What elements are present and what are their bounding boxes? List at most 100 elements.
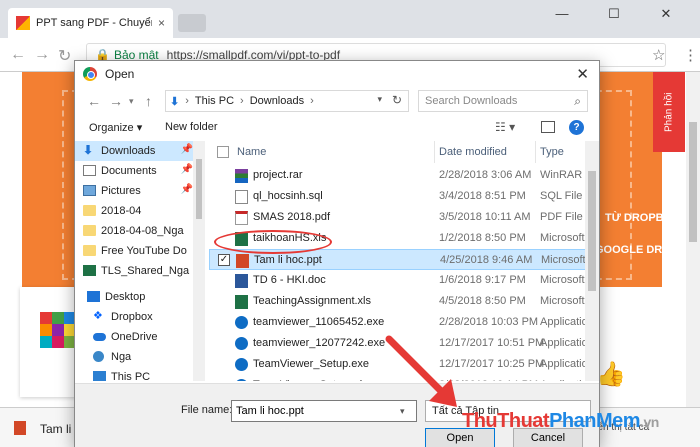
refresh-icon[interactable]: ↻ (392, 93, 402, 107)
nav-item-label: Nga (111, 351, 132, 363)
nav-item[interactable]: Desktop (75, 287, 195, 307)
nav-item[interactable]: Free YouTube Do (75, 241, 195, 261)
file-row[interactable]: teamviewer_11065452.exe 2/28/2018 10:03 P… (209, 312, 599, 333)
nav-scrollbar[interactable] (193, 141, 205, 381)
organize-button[interactable]: Organize ▾ (89, 121, 142, 134)
file-name: taikhoanHS.xls (253, 232, 327, 244)
nav-item[interactable]: This PC (75, 367, 195, 381)
excel-file-icon (235, 295, 248, 309)
pin-icon: 📌 (180, 184, 193, 195)
dialog-title: Open (105, 67, 135, 81)
file-date: 1/6/2018 9:17 PM (439, 274, 526, 286)
google-drive-link[interactable]: GOOGLE DRIVE (595, 244, 680, 256)
pin-icon: 📌 (180, 164, 193, 175)
rar-file-icon (235, 169, 248, 183)
file-date: 2/28/2018 10:14 PM (439, 379, 538, 381)
nav-item[interactable]: 2018-04 (75, 201, 195, 221)
file-name-dropdown-icon[interactable]: ▾ (400, 406, 405, 417)
new-tab-button[interactable] (178, 14, 206, 32)
maximize-icon[interactable]: ☐ (604, 4, 624, 24)
bookmark-star-icon[interactable]: ☆ (652, 46, 665, 64)
column-name[interactable]: Name (233, 141, 435, 163)
word-file-icon (235, 274, 248, 288)
chrome-icon (83, 67, 97, 81)
menu-kebab-icon[interactable]: ⋮ (683, 46, 698, 64)
thumbs-up-icon[interactable]: 👍 (596, 360, 626, 389)
nav-item[interactable]: Documents 📌 (75, 161, 195, 181)
file-row[interactable]: taikhoanHS.xls 1/2/2018 8:50 PM Microsoft (209, 228, 599, 249)
folder-icon (83, 245, 96, 256)
nav-item[interactable]: 2018-04-08_Nga (75, 221, 195, 241)
browser-tab[interactable]: PPT sang PDF - Chuyển đ × (8, 8, 173, 38)
file-date: 2/28/2018 3:06 AM (439, 169, 532, 181)
sql-file-icon (235, 190, 248, 204)
file-date: 3/4/2018 8:51 PM (439, 190, 526, 202)
pictures-icon (83, 185, 96, 196)
file-row[interactable]: TeamViewer_Setup_vi.exe 2/28/2018 10:14 P… (209, 375, 599, 381)
feedback-tab[interactable]: Phản hồi (653, 72, 685, 152)
file-row[interactable]: TeachingAssignment.xls 4/5/2018 8:50 PM Mi… (209, 291, 599, 312)
file-row[interactable]: project.rar 2/28/2018 3:06 AM WinRAR a (209, 165, 599, 186)
nav-item-label: TLS_Shared_Nga (101, 265, 190, 277)
nav-item[interactable]: Nga (75, 347, 195, 367)
dialog-close-icon[interactable]: ✕ (576, 65, 589, 83)
pc-icon (93, 371, 106, 381)
forward-arrow-icon[interactable]: → (34, 46, 50, 64)
minimize-icon[interactable]: — (552, 4, 572, 24)
file-row[interactable]: teamviewer_12077242.exe 12/17/2017 10:51 … (209, 333, 599, 354)
new-folder-button[interactable]: New folder (165, 121, 218, 133)
reload-icon[interactable]: ↻ (58, 46, 71, 66)
back-arrow-icon[interactable]: ← (10, 46, 26, 64)
preview-pane-icon[interactable] (541, 121, 555, 133)
select-all-checkbox[interactable] (217, 146, 229, 158)
path-dropdown-icon[interactable]: ▾ (377, 94, 382, 105)
file-name-field[interactable] (231, 400, 417, 422)
documents-icon (83, 165, 96, 176)
help-icon[interactable]: ? (569, 120, 584, 135)
file-row[interactable]: ✓ Tam li hoc.ppt 4/25/2018 9:46 AM Microsof… (209, 249, 599, 270)
nav-item-label: Documents (101, 165, 157, 177)
column-date-modified[interactable]: Date modified (435, 141, 536, 163)
nav-item-label: 2018-04 (101, 205, 142, 217)
search-input[interactable]: Search Downloads ⌕ (418, 90, 588, 112)
change-view-icon[interactable]: ☷ ▾ (495, 120, 515, 134)
file-name: teamviewer_12077242.exe (253, 337, 386, 349)
nav-item[interactable]: Pictures 📌 (75, 181, 195, 201)
from-dropbox-link[interactable]: TỪ DROPBOX (605, 212, 680, 224)
row-checkbox[interactable]: ✓ (218, 254, 230, 266)
back-icon[interactable]: ← (87, 93, 101, 109)
up-icon[interactable]: ↑ (145, 93, 152, 109)
file-row[interactable]: TD 6 - HKI.doc 1/6/2018 9:17 PM Microsoft (209, 270, 599, 291)
breadcrumb-this-pc[interactable]: This PC (195, 95, 234, 107)
nav-item[interactable]: TLS_Shared_Nga (75, 261, 195, 281)
user-icon (93, 351, 104, 362)
nav-item-label: OneDrive (111, 331, 158, 343)
smallpdf-logo-icon (40, 312, 76, 348)
recent-dropdown-icon[interactable]: ▾ (129, 96, 134, 107)
desktop-icon (87, 291, 100, 302)
file-row[interactable]: SMAS 2018.pdf 3/5/2018 10:11 AM PDF File (209, 207, 599, 228)
excel-icon (83, 265, 96, 276)
download-item[interactable]: Tam li (40, 422, 71, 436)
nav-item-label: Free YouTube Do (101, 245, 187, 257)
nav-item[interactable]: ❖ Dropbox (75, 307, 195, 327)
ppt-file-icon (14, 421, 26, 435)
file-name: TeachingAssignment.xls (253, 295, 372, 307)
nav-item[interactable]: ⬇ Downloads 📌 (75, 141, 195, 161)
file-row[interactable]: TeamViewer_Setup.exe 12/17/2017 10:25 PM A… (209, 354, 599, 375)
file-type: Microsoft (540, 232, 585, 244)
tab-close-icon[interactable]: × (158, 16, 165, 30)
window-close-icon[interactable]: ✕ (656, 4, 676, 24)
forward-icon[interactable]: → (109, 93, 123, 109)
file-type: WinRAR a (540, 169, 592, 181)
watermark: ThuThuatPhanMem.vn (462, 410, 659, 432)
file-row[interactable]: ql_hocsinh.sql 3/4/2018 8:51 PM SQL File (209, 186, 599, 207)
file-list-scrollbar[interactable] (585, 141, 599, 381)
breadcrumb-downloads[interactable]: Downloads (250, 95, 304, 107)
nav-item[interactable]: OneDrive (75, 327, 195, 347)
file-list: Name Date modified Type project.rar 2/28/… (209, 141, 599, 381)
onedrive-icon (93, 333, 106, 341)
breadcrumb[interactable]: ⬇ › This PC › Downloads › ▾ ↻ (165, 90, 409, 112)
page-scrollbar[interactable] (686, 72, 700, 407)
nav-item-label: 2018-04-08_Nga (101, 225, 184, 237)
